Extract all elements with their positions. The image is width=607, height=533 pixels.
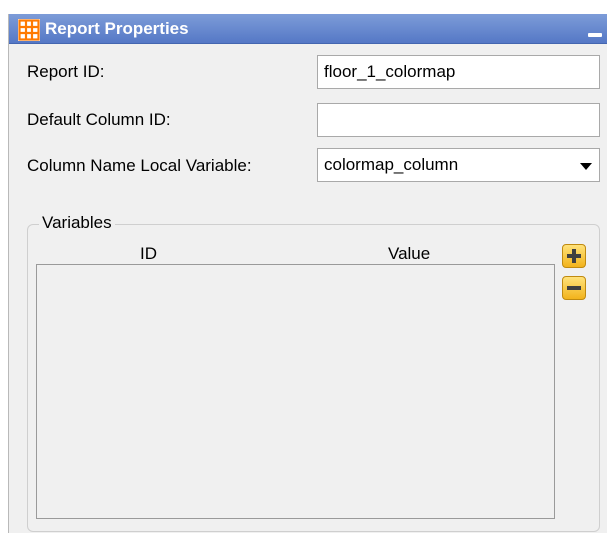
default-column-id-label: Default Column ID:	[27, 110, 171, 129]
minus-icon[interactable]	[562, 276, 586, 300]
panel-title: Report Properties	[45, 19, 189, 38]
panel-title-bar: Report Properties	[9, 14, 607, 44]
report-id-field[interactable]: floor_1_colormap	[317, 55, 600, 89]
column-name-var-combo[interactable]: colormap_column	[317, 148, 600, 182]
variables-table[interactable]	[36, 264, 555, 519]
report-id-label: Report ID:	[27, 62, 105, 81]
column-name-var-value: colormap_column	[324, 155, 459, 174]
default-column-id-field[interactable]	[317, 103, 600, 137]
column-header-value[interactable]: Value	[388, 243, 430, 265]
column-name-var-label: Column Name Local Variable:	[27, 156, 252, 175]
report-properties-panel: Report Properties Report ID: floor_1_col…	[8, 14, 607, 533]
chevron-down-icon[interactable]	[580, 163, 592, 170]
column-header-id[interactable]: ID	[140, 243, 157, 265]
grid-icon	[18, 19, 40, 41]
variables-group-title: Variables	[39, 212, 115, 234]
plus-icon[interactable]	[562, 244, 586, 268]
minimize-icon[interactable]	[588, 33, 602, 37]
